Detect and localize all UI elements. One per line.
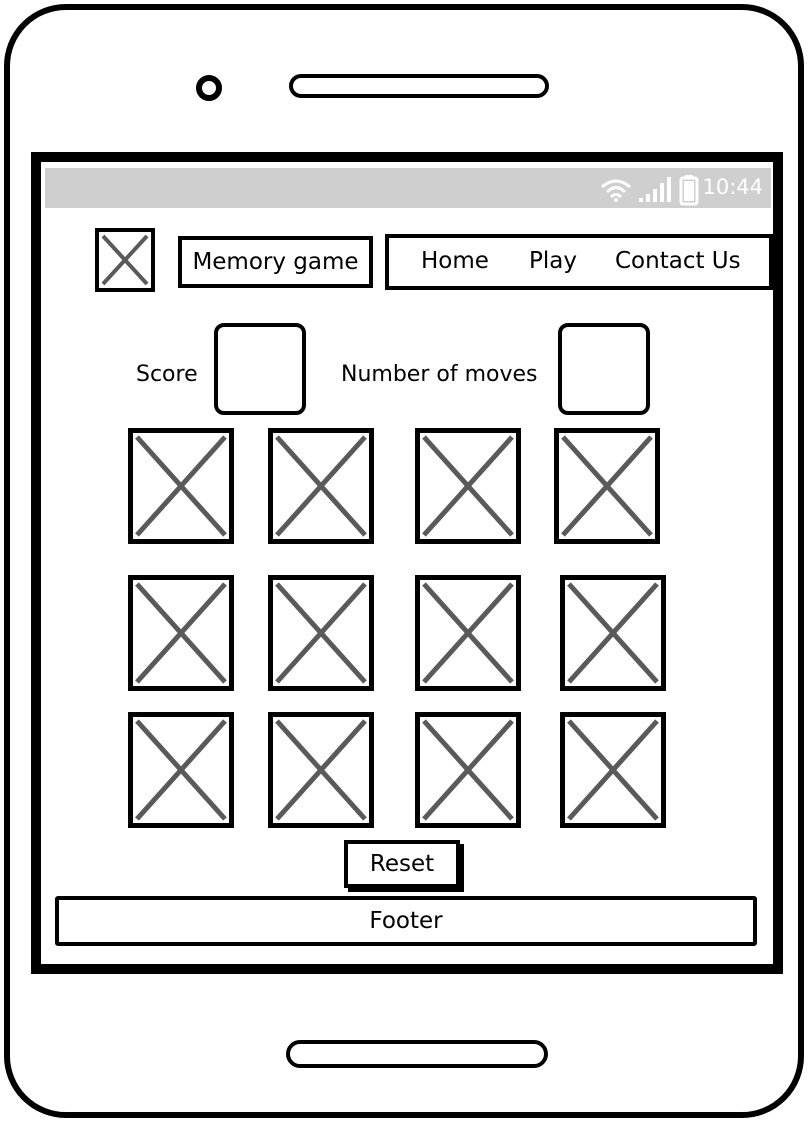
moves-label: Number of moves: [341, 362, 538, 387]
footer: Footer: [55, 896, 757, 946]
logo-image-placeholder[interactable]: [95, 228, 155, 292]
memory-card[interactable]: [560, 575, 666, 691]
home-button[interactable]: [286, 1040, 548, 1068]
battery-icon: [679, 175, 699, 206]
image-placeholder-icon: [422, 719, 514, 821]
memory-card[interactable]: [415, 575, 521, 691]
speaker-grille: [289, 74, 549, 98]
image-placeholder-icon: [101, 234, 149, 286]
status-time: 10:44: [702, 175, 763, 199]
image-placeholder-icon: [135, 435, 227, 537]
phone-screen: 10:44 Memory game Home Play Contact Us S…: [31, 152, 783, 974]
memory-card[interactable]: [128, 712, 234, 828]
image-placeholder-icon: [561, 435, 653, 537]
image-placeholder-icon: [275, 719, 367, 821]
nav-item-play[interactable]: Play: [529, 248, 577, 274]
reset-button[interactable]: Reset: [344, 840, 460, 888]
nav-item-contact-us[interactable]: Contact Us: [615, 248, 741, 274]
nav-bar: Home Play Contact Us: [385, 234, 773, 290]
memory-card[interactable]: [415, 712, 521, 828]
image-placeholder-icon: [422, 435, 514, 537]
image-placeholder-icon: [275, 435, 367, 537]
camera-icon: [196, 75, 222, 101]
memory-card[interactable]: [415, 428, 521, 544]
moves-value-box: [558, 323, 650, 415]
signal-icon: [639, 177, 671, 202]
score-label: Score: [136, 362, 198, 387]
memory-card[interactable]: [128, 428, 234, 544]
brand-title[interactable]: Memory game: [178, 236, 373, 288]
memory-card[interactable]: [128, 575, 234, 691]
memory-card[interactable]: [268, 428, 374, 544]
image-placeholder-icon: [422, 582, 514, 684]
status-bar: 10:44: [45, 168, 771, 208]
memory-card[interactable]: [268, 712, 374, 828]
nav-item-home[interactable]: Home: [421, 248, 489, 274]
score-value-box: [214, 323, 306, 415]
memory-card[interactable]: [268, 575, 374, 691]
image-placeholder-icon: [135, 582, 227, 684]
image-placeholder-icon: [135, 719, 227, 821]
memory-card[interactable]: [560, 712, 666, 828]
image-placeholder-icon: [567, 719, 659, 821]
memory-card[interactable]: [554, 428, 660, 544]
wifi-icon: [601, 179, 631, 202]
image-placeholder-icon: [567, 582, 659, 684]
image-placeholder-icon: [275, 582, 367, 684]
